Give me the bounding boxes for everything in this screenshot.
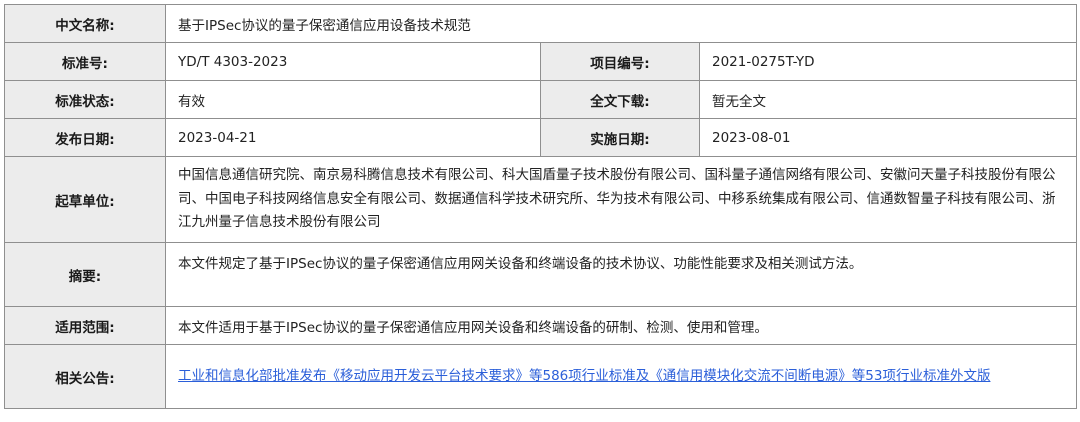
scope-value: 本文件适用于基于IPSec协议的量子保密通信应用网关设备和终端设备的研制、检测、… [164,306,1078,345]
publish-date-value: 2023-04-21 [165,118,541,157]
implement-date-label: 实施日期: [540,118,700,157]
drafters-label: 起草单位: [4,156,166,243]
status-label: 标准状态: [4,80,166,119]
project-no-value: 2021-0275T-YD [698,42,1078,81]
project-no-label: 项目编号: [540,42,700,81]
row-dates: 发布日期: 2023-04-21 实施日期: 2023-08-01 [4,118,1078,157]
row-drafters: 起草单位: 中国信息通信研究院、南京易科腾信息技术有限公司、科大国盾量子技术股份… [4,156,1078,243]
status-value: 有效 [165,80,541,119]
row-announcement: 相关公告: 工业和信息化部批准发布《移动应用开发云平台技术要求》等586项行业标… [4,344,1078,409]
download-value: 暂无全文 [698,80,1078,119]
announcement-link[interactable]: 工业和信息化部批准发布《移动应用开发云平台技术要求》等586项行业标准及《通信用… [178,368,990,384]
standard-info-table: 中文名称: 基于IPSec协议的量子保密通信应用设备技术规范 标准号: YD/T… [4,4,1078,409]
download-label: 全文下载: [540,80,700,119]
row-status: 标准状态: 有效 全文下载: 暂无全文 [4,80,1078,119]
row-abstract: 摘要: 本文件规定了基于IPSec协议的量子保密通信应用网关设备和终端设备的技术… [4,242,1078,307]
announcement-cell: 工业和信息化部批准发布《移动应用开发云平台技术要求》等586项行业标准及《通信用… [164,344,1078,409]
name-value: 基于IPSec协议的量子保密通信应用设备技术规范 [164,4,1078,43]
abstract-value: 本文件规定了基于IPSec协议的量子保密通信应用网关设备和终端设备的技术协议、功… [164,242,1078,307]
row-scope: 适用范围: 本文件适用于基于IPSec协议的量子保密通信应用网关设备和终端设备的… [4,306,1078,345]
implement-date-value: 2023-08-01 [698,118,1078,157]
announcement-label: 相关公告: [4,344,166,409]
scope-label: 适用范围: [4,306,166,345]
name-label: 中文名称: [4,4,166,43]
drafters-value: 中国信息通信研究院、南京易科腾信息技术有限公司、科大国盾量子技术股份有限公司、国… [164,156,1078,243]
publish-date-label: 发布日期: [4,118,166,157]
standard-no-label: 标准号: [4,42,166,81]
row-name: 中文名称: 基于IPSec协议的量子保密通信应用设备技术规范 [4,4,1078,43]
standard-no-value: YD/T 4303-2023 [165,42,541,81]
abstract-label: 摘要: [4,242,166,307]
row-standard-no: 标准号: YD/T 4303-2023 项目编号: 2021-0275T-YD [4,42,1078,81]
